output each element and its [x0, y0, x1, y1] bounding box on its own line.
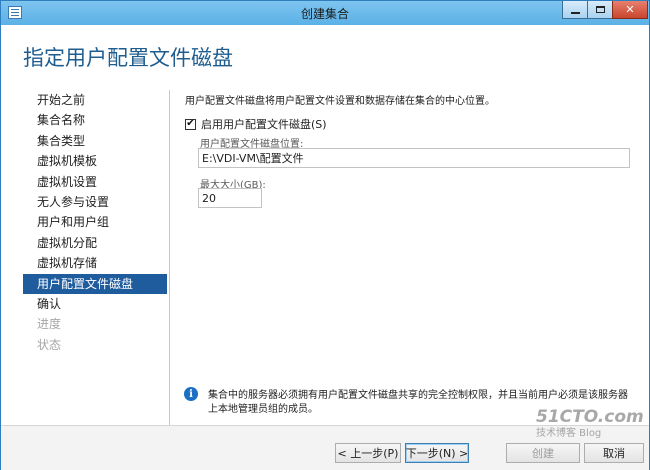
max-size-input[interactable]: 20	[198, 188, 262, 208]
close-button[interactable]: ✕	[612, 1, 648, 19]
close-icon: ✕	[625, 3, 635, 16]
upd-location-input[interactable]: E:\VDI-VM\配置文件	[198, 148, 630, 168]
enable-upd-checkbox[interactable]: ✔	[185, 118, 196, 130]
maximize-icon	[595, 6, 605, 13]
nav-item-vm-template[interactable]: 虚拟机模板	[23, 151, 167, 171]
nav-item-users-and-groups[interactable]: 用户和用户组	[23, 212, 167, 232]
minimize-icon	[570, 11, 580, 14]
next-button[interactable]: 下一步(N) >	[405, 443, 469, 463]
previous-button[interactable]: < 上一步(P)	[335, 443, 401, 463]
title-bar[interactable]: 创建集合 ✕	[1, 1, 649, 25]
nav-item-unattended-settings[interactable]: 无人参与设置	[23, 192, 167, 212]
nav-item-user-profile-disks[interactable]: 用户配置文件磁盘	[23, 273, 167, 294]
enable-upd-label[interactable]: 启用用户配置文件磁盘(S)	[201, 116, 327, 132]
nav-item-results: 状态	[37, 337, 62, 352]
nav-item-vm-storage[interactable]: 虚拟机存储	[23, 253, 167, 273]
nav-item-before-you-begin[interactable]: 开始之前	[23, 90, 167, 110]
create-collection-window: 创建集合 ✕ 指定用户配置文件磁盘 开始之前 集合名称 集合类型 虚拟机模板 虚…	[0, 0, 650, 470]
info-message: 集合中的服务器必须拥有用户配置文件磁盘共享的完全控制权限，并且当前用户必须是该服…	[208, 390, 628, 415]
minimize-button[interactable]	[562, 1, 588, 19]
nav-item-confirmation[interactable]: 确认	[23, 294, 167, 314]
page-title: 指定用户配置文件磁盘	[23, 46, 233, 70]
page-description: 用户配置文件磁盘将用户配置文件设置和数据存储在集合的中心位置。	[185, 96, 495, 107]
wizard-nav: 开始之前 集合名称 集合类型 虚拟机模板 虚拟机设置 无人参与设置 用户和用户组…	[23, 90, 167, 355]
maximize-button[interactable]	[587, 1, 613, 19]
cancel-button[interactable]: 取消	[584, 443, 644, 463]
window-title: 创建集合	[300, 7, 349, 21]
info-icon: i	[184, 387, 198, 401]
nav-item-collection-name[interactable]: 集合名称	[23, 110, 167, 130]
nav-divider	[169, 90, 170, 426]
nav-item-vm-settings[interactable]: 虚拟机设置	[23, 172, 167, 192]
enable-upd-row[interactable]: ✔ 启用用户配置文件磁盘(S)	[185, 116, 327, 132]
nav-item-vm-allocation[interactable]: 虚拟机分配	[23, 233, 167, 253]
nav-item-progress: 进度	[37, 317, 62, 332]
create-button: 创建	[506, 443, 580, 463]
nav-item-collection-type[interactable]: 集合类型	[23, 131, 167, 151]
